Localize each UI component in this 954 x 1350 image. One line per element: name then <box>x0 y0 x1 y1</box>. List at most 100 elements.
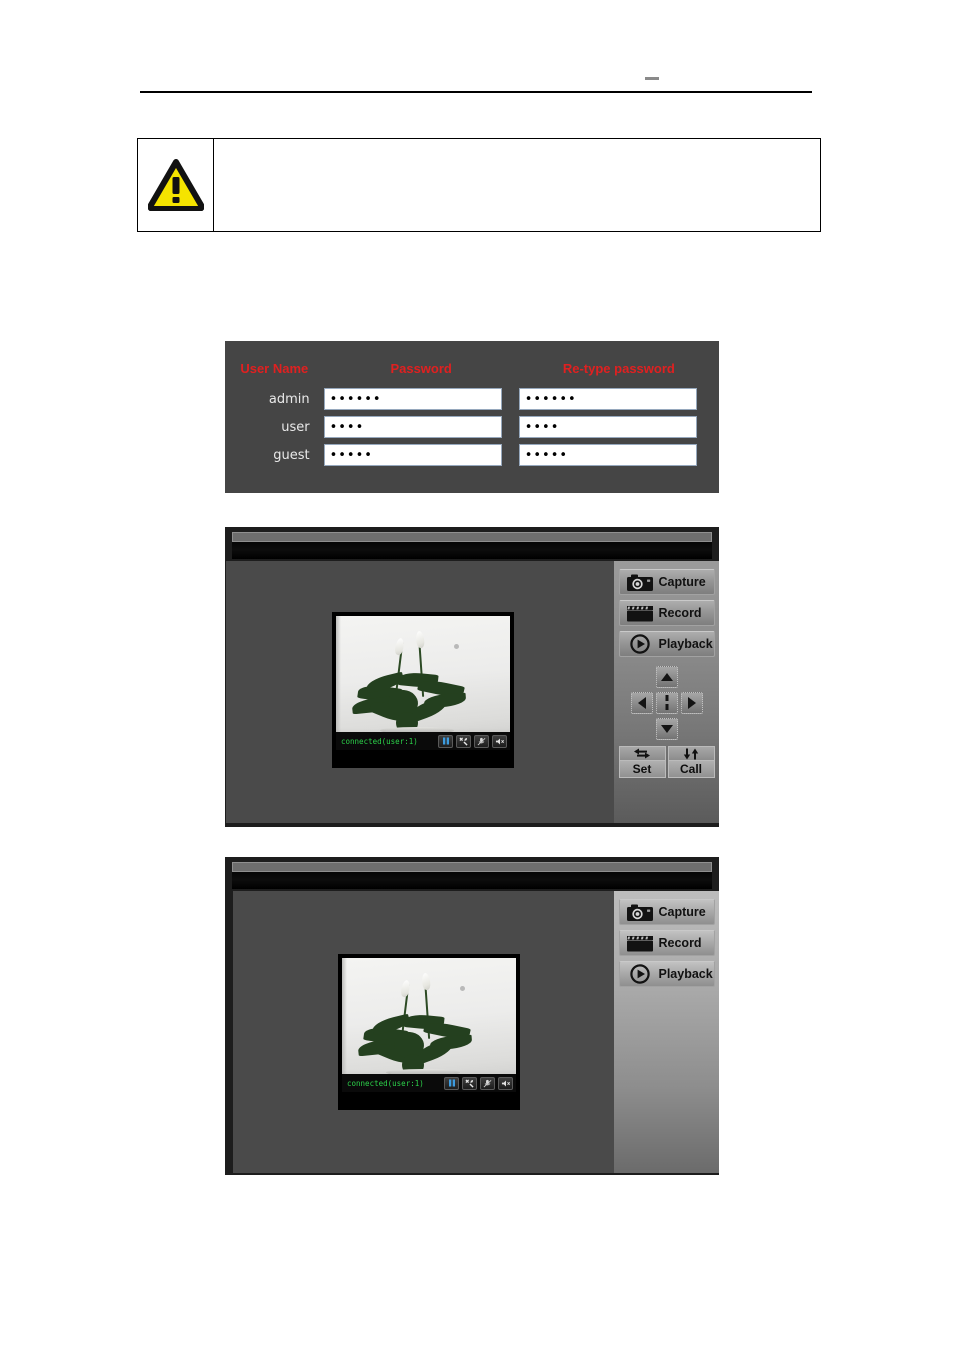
playback-button-label: Playback <box>658 967 713 981</box>
video-control-buttons <box>438 734 507 748</box>
record-button-label: Record <box>658 606 702 620</box>
control-button-stack: Capture Record Playback <box>614 891 719 987</box>
camera-viewer-panel-2: connected(user:1) Capture Record Playbac… <box>225 857 719 1175</box>
wrench-icon <box>465 1078 474 1088</box>
camera-viewer-panel-1: connected(user:1) Capture Record Playbac… <box>225 527 719 827</box>
pause-button[interactable] <box>444 1076 459 1090</box>
clapperboard-icon <box>625 603 655 623</box>
speaker-off-icon <box>501 1079 510 1087</box>
video-status-bar: connected(user:1) <box>336 732 510 750</box>
video-frame: connected(user:1) <box>342 958 516 1092</box>
viewer-toolbar-bar <box>232 872 712 889</box>
viewer-stage: connected(user:1) Capture Record Playbac… <box>233 891 719 1173</box>
column-header-retype-password: Re-type password <box>562 361 675 376</box>
call-button-label[interactable]: Call <box>667 761 715 778</box>
record-button-label: Record <box>658 936 702 950</box>
preset-call[interactable]: Call <box>667 746 715 778</box>
video-window: connected(user:1) <box>332 612 514 768</box>
pause-icon <box>448 1079 455 1087</box>
speaker-mute-button[interactable] <box>498 1076 513 1090</box>
viewer-toolbar-bar <box>232 542 712 559</box>
password-cell-guest: ••••• <box>323 441 519 469</box>
viewer-stage: connected(user:1) Capture Record Playbac… <box>226 561 719 823</box>
password-dots: •••• <box>524 419 560 435</box>
column-header-password: Password <box>390 361 452 376</box>
username-guest: guest <box>273 447 310 463</box>
table-row: guest ••••• ••••• <box>225 441 719 469</box>
preset-set[interactable]: Set <box>618 746 666 778</box>
capture-button-label: Capture <box>658 575 706 589</box>
speaker-off-icon <box>495 737 504 745</box>
username-admin: admin <box>268 391 310 407</box>
playback-button[interactable]: Playback <box>618 961 715 987</box>
microphone-mute-button[interactable] <box>480 1076 495 1090</box>
page-header <box>140 70 812 96</box>
password-cell-admin: •••••• <box>323 385 519 413</box>
retype-cell-user: •••• <box>518 413 719 441</box>
ptz-up-button[interactable] <box>655 666 678 688</box>
playback-button[interactable]: Playback <box>618 631 715 657</box>
ptz-center-icon <box>665 695 668 710</box>
retype-password-input-admin[interactable]: •••••• <box>518 388 697 410</box>
capture-button[interactable]: Capture <box>618 569 715 595</box>
viewer-title-strip <box>232 532 712 542</box>
capture-button-label: Capture <box>658 905 706 919</box>
connection-status-text: connected(user:1) <box>341 736 418 746</box>
table-row: admin •••••• •••••• <box>225 385 719 413</box>
retype-cell-guest: ••••• <box>518 441 719 469</box>
retype-cell-admin: •••••• <box>518 385 719 413</box>
password-dots: •••••• <box>329 391 382 407</box>
password-dots: •••••• <box>524 391 577 407</box>
camera-icon <box>625 572 655 592</box>
microphone-mute-button[interactable] <box>474 734 489 748</box>
retype-password-input-guest[interactable]: ••••• <box>518 444 697 466</box>
pause-icon <box>442 737 449 745</box>
table-row: user •••• •••• <box>225 413 719 441</box>
video-image <box>336 616 510 750</box>
play-circle-icon <box>625 964 655 984</box>
arrow-down-icon <box>660 725 673 733</box>
set-button-label[interactable]: Set <box>618 761 666 778</box>
password-input-admin[interactable]: •••••• <box>323 388 502 410</box>
arrow-up-icon <box>660 673 673 681</box>
pause-button[interactable] <box>438 734 453 748</box>
username-user: user <box>281 419 310 435</box>
video-status-bar: connected(user:1) <box>342 1074 516 1092</box>
tilt-arrows-icon <box>667 746 715 761</box>
ptz-down-button[interactable] <box>655 718 678 740</box>
mic-off-icon <box>483 1079 492 1087</box>
warning-icon-cell <box>138 139 214 231</box>
ptz-right-button[interactable] <box>680 692 703 714</box>
camera-icon <box>625 902 655 922</box>
password-cell-user: •••• <box>323 413 519 441</box>
playback-button-label: Playback <box>658 637 713 651</box>
play-circle-icon <box>625 634 655 654</box>
ptz-home-button[interactable] <box>655 692 678 714</box>
speaker-mute-button[interactable] <box>492 734 507 748</box>
password-dots: ••••• <box>329 447 373 463</box>
pan-arrows-icon <box>618 746 666 761</box>
warning-triangle-icon <box>147 159 204 211</box>
tools-button[interactable] <box>462 1076 477 1090</box>
video-image <box>342 958 516 1092</box>
retype-password-input-user[interactable]: •••• <box>518 416 697 438</box>
arrow-left-icon <box>637 697 646 709</box>
control-button-stack: Capture Record Playback <box>614 561 719 657</box>
viewer-title-strip <box>232 862 712 872</box>
mic-off-icon <box>477 737 486 745</box>
ptz-left-button[interactable] <box>630 692 653 714</box>
arrow-right-icon <box>687 697 696 709</box>
tools-button[interactable] <box>456 734 471 748</box>
password-input-guest[interactable]: ••••• <box>323 444 502 466</box>
password-input-user[interactable]: •••• <box>323 416 502 438</box>
user-password-table: User Name Password Re-type password admi… <box>225 341 719 469</box>
column-header-username: User Name <box>240 361 309 376</box>
record-button[interactable]: Record <box>618 930 715 956</box>
password-dots: ••••• <box>524 447 569 463</box>
warning-note-box <box>137 138 821 232</box>
password-settings-panel: User Name Password Re-type password admi… <box>225 341 719 493</box>
video-control-buttons <box>444 1076 513 1090</box>
record-button[interactable]: Record <box>618 600 715 626</box>
capture-button[interactable]: Capture <box>618 899 715 925</box>
wrench-icon <box>459 736 468 746</box>
